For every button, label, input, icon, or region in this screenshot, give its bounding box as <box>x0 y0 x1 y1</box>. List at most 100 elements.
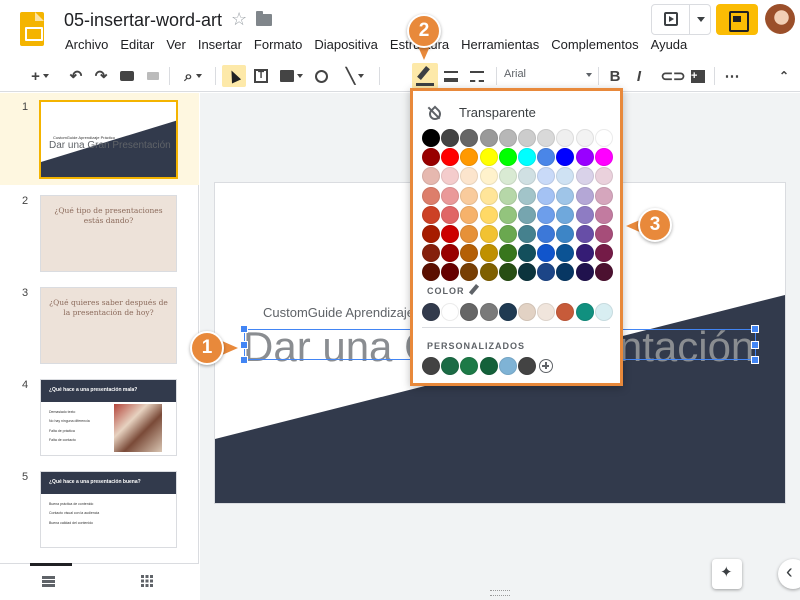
color-swatch[interactable] <box>518 263 536 282</box>
color-swatch[interactable] <box>518 167 536 186</box>
theme-color-swatch[interactable] <box>441 303 460 321</box>
color-swatch[interactable] <box>575 148 594 167</box>
custom-color-swatch[interactable] <box>460 357 479 375</box>
color-swatch[interactable] <box>422 186 440 205</box>
color-swatch[interactable] <box>594 148 613 167</box>
color-swatch[interactable] <box>575 186 594 205</box>
color-swatch[interactable] <box>556 129 575 147</box>
collapse-toolbar-button[interactable]: ⌃ <box>774 65 794 87</box>
notes-resize-handle[interactable] <box>490 590 510 596</box>
color-swatch[interactable] <box>498 186 517 205</box>
color-swatch[interactable] <box>441 225 460 243</box>
print-button[interactable] <box>117 65 137 87</box>
menu-formato[interactable]: Formato <box>248 37 308 52</box>
theme-color-swatch[interactable] <box>518 303 536 321</box>
resize-handle[interactable] <box>240 325 248 333</box>
color-swatch[interactable] <box>556 148 575 167</box>
color-swatch[interactable] <box>460 167 479 186</box>
color-swatch[interactable] <box>479 244 498 263</box>
theme-color-swatch[interactable] <box>537 303 556 321</box>
color-swatch[interactable] <box>498 129 517 147</box>
filmstrip-slide-3[interactable]: 3 ¿Qué quieres saber después de la prese… <box>0 279 199 371</box>
explore-button[interactable] <box>712 559 742 589</box>
color-swatch[interactable] <box>575 167 594 186</box>
slide-thumbnail[interactable]: ¿Qué hace a una presentación mala? Demas… <box>40 379 177 456</box>
color-swatch[interactable] <box>441 263 460 282</box>
custom-color-swatch[interactable] <box>498 357 517 375</box>
color-swatch[interactable] <box>537 263 556 282</box>
font-select[interactable]: Arial <box>504 68 592 80</box>
color-swatch[interactable] <box>441 129 460 147</box>
folder-icon[interactable] <box>256 11 272 26</box>
link-button[interactable]: ⊂⊃ <box>660 65 685 87</box>
custom-color-swatch[interactable] <box>479 357 498 375</box>
filmstrip-slide-1[interactable]: 1 CustomGuide Aprendizaje Práctico Dar u… <box>0 93 199 185</box>
color-swatch[interactable] <box>518 129 536 147</box>
color-swatch[interactable] <box>518 205 536 224</box>
slide-thumbnail[interactable]: CustomGuide Aprendizaje Práctico Dar una… <box>39 100 178 179</box>
color-swatch[interactable] <box>460 205 479 224</box>
menu-complementos[interactable]: Complementos <box>545 37 644 52</box>
filmstrip-slide-5[interactable]: 5 ¿Qué hace a una presentación buena? Bu… <box>0 463 199 555</box>
color-swatch[interactable] <box>441 186 460 205</box>
menu-archivo[interactable]: Archivo <box>59 37 114 52</box>
theme-color-swatch[interactable] <box>422 303 440 321</box>
color-swatch[interactable] <box>422 167 440 186</box>
color-swatch[interactable] <box>537 167 556 186</box>
color-swatch[interactable] <box>498 244 517 263</box>
color-swatch[interactable] <box>460 186 479 205</box>
color-swatch[interactable] <box>422 244 440 263</box>
color-swatch[interactable] <box>594 205 613 224</box>
theme-color-swatch[interactable] <box>460 303 479 321</box>
color-swatch[interactable] <box>498 225 517 243</box>
color-swatch[interactable] <box>441 167 460 186</box>
color-swatch[interactable] <box>537 244 556 263</box>
color-swatch[interactable] <box>575 225 594 243</box>
resize-handle[interactable] <box>751 341 759 349</box>
color-swatch[interactable] <box>479 186 498 205</box>
color-swatch[interactable] <box>537 186 556 205</box>
color-swatch[interactable] <box>498 167 517 186</box>
edit-theme-pen-icon[interactable] <box>468 284 480 295</box>
color-swatch[interactable] <box>422 148 440 167</box>
resize-handle[interactable] <box>240 356 248 364</box>
list-view-icon[interactable] <box>42 576 55 587</box>
menu-editar[interactable]: Editar <box>114 37 160 52</box>
color-swatch[interactable] <box>556 186 575 205</box>
italic-button[interactable]: I <box>630 65 648 87</box>
color-swatch[interactable] <box>575 244 594 263</box>
redo-button[interactable]: ↷ <box>91 65 111 87</box>
image-button[interactable] <box>274 65 308 87</box>
color-swatch[interactable] <box>594 167 613 186</box>
slide-thumbnail[interactable]: ¿Qué tipo de presentaciones estás dando? <box>40 195 177 272</box>
new-slide-button[interactable]: + <box>26 65 54 87</box>
present-button[interactable] <box>651 4 711 35</box>
color-swatch[interactable] <box>479 263 498 282</box>
document-title[interactable]: 05-insertar-word-art <box>64 10 222 31</box>
resize-handle[interactable] <box>240 341 248 349</box>
resize-handle[interactable] <box>751 356 759 364</box>
share-button[interactable] <box>716 4 758 35</box>
color-swatch[interactable] <box>594 186 613 205</box>
color-swatch[interactable] <box>556 263 575 282</box>
menu-insertar[interactable]: Insertar <box>192 37 248 52</box>
color-swatch[interactable] <box>556 167 575 186</box>
menu-herramientas[interactable]: Herramientas <box>455 37 545 52</box>
menu-diapositiva[interactable]: Diapositiva <box>308 37 384 52</box>
color-swatch[interactable] <box>594 129 613 147</box>
color-swatch[interactable] <box>422 225 440 243</box>
custom-color-swatch[interactable] <box>518 357 536 375</box>
color-swatch[interactable] <box>518 186 536 205</box>
resize-handle[interactable] <box>751 325 759 333</box>
color-swatch[interactable] <box>460 244 479 263</box>
more-button[interactable]: ⋯ <box>722 65 742 87</box>
undo-button[interactable]: ↶ <box>66 65 86 87</box>
avatar[interactable] <box>765 4 795 34</box>
star-icon[interactable]: ☆ <box>231 9 247 30</box>
color-swatch[interactable] <box>479 205 498 224</box>
color-swatch[interactable] <box>441 244 460 263</box>
color-swatch[interactable] <box>422 263 440 282</box>
theme-color-swatch[interactable] <box>556 303 575 321</box>
text-box-button[interactable]: T <box>250 65 272 87</box>
color-swatch[interactable] <box>479 167 498 186</box>
